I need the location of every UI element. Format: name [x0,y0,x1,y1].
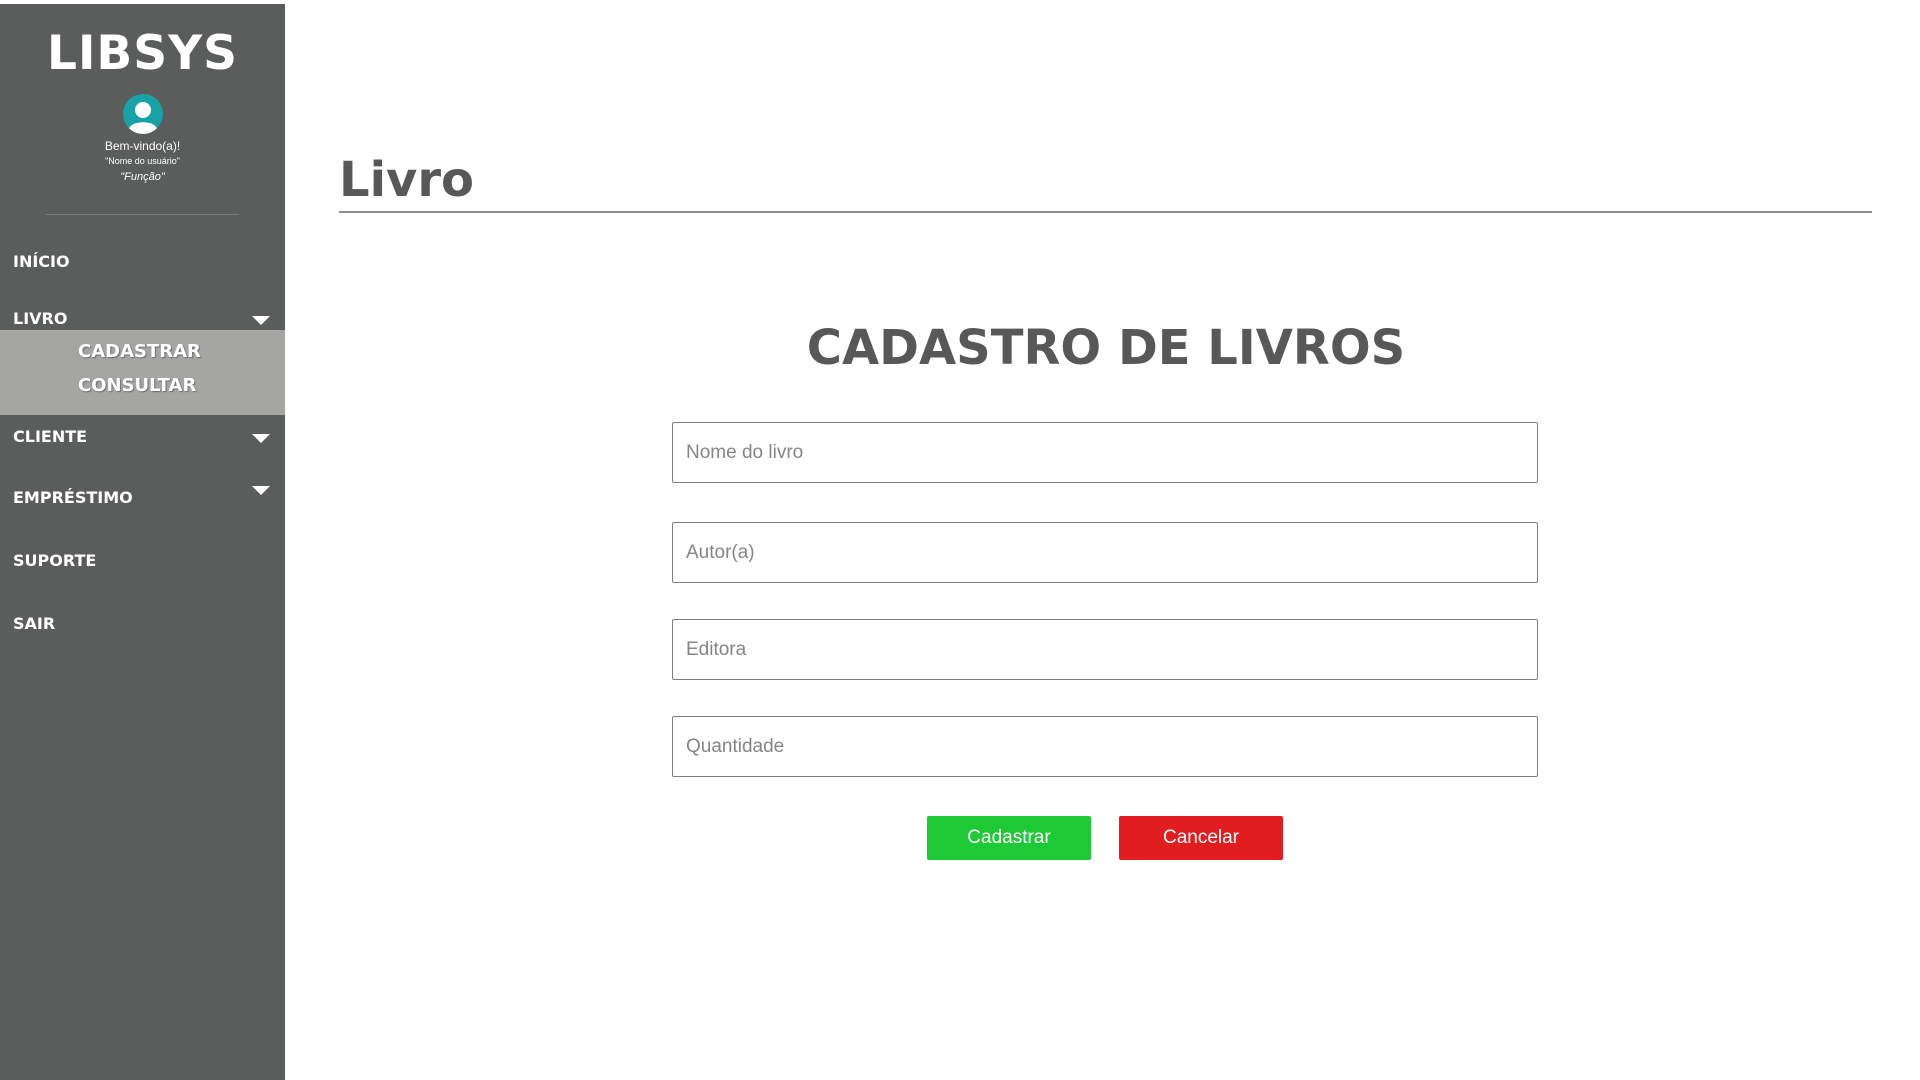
nav-item-inicio[interactable]: INÍCIO [0,245,285,279]
title-divider [339,211,1872,213]
nav-item-cliente[interactable]: CLIENTE [0,420,285,454]
book-name-input[interactable] [672,422,1538,483]
livro-submenu: CADASTRAR CONSULTAR [0,330,285,415]
nav-label: LIVRO [13,309,68,328]
caret-down-icon [252,434,270,443]
nav-label: CLIENTE [13,427,88,446]
user-avatar-icon [123,94,163,134]
publisher-input[interactable] [672,619,1538,680]
page-title: Livro [339,152,474,208]
nav-label: EMPRÉSTIMO [13,488,133,507]
sidebar: LIBSYS Bem-vindo(a)! "Nome do usuário" "… [0,4,285,1080]
nav-item-emprestimo[interactable]: EMPRÉSTIMO [0,481,285,515]
nav-label: INÍCIO [13,252,70,271]
form-title: CADASTRO DE LIVROS [806,320,1406,376]
nav-item-sair[interactable]: SAIR [0,607,285,641]
submenu-item-cadastrar[interactable]: CADASTRAR [78,338,228,366]
app-logo: LIBSYS [47,26,238,81]
user-role: "Função" [120,171,165,183]
submenu-item-consultar[interactable]: CONSULTAR [78,372,228,400]
author-input[interactable] [672,522,1538,583]
caret-down-icon [252,316,270,325]
cancel-button[interactable]: Cancelar [1119,816,1283,860]
nav-label: SAIR [13,614,56,633]
welcome-text: Bem-vindo(a)! [104,139,181,153]
nav-item-suporte[interactable]: SUPORTE [0,544,285,578]
sidebar-divider [46,214,239,215]
submit-button[interactable]: Cadastrar [927,816,1091,860]
nav-label: SUPORTE [13,551,97,570]
user-name: "Nome do usuário" [105,156,180,166]
quantity-input[interactable] [672,716,1538,777]
caret-down-icon [252,486,270,495]
